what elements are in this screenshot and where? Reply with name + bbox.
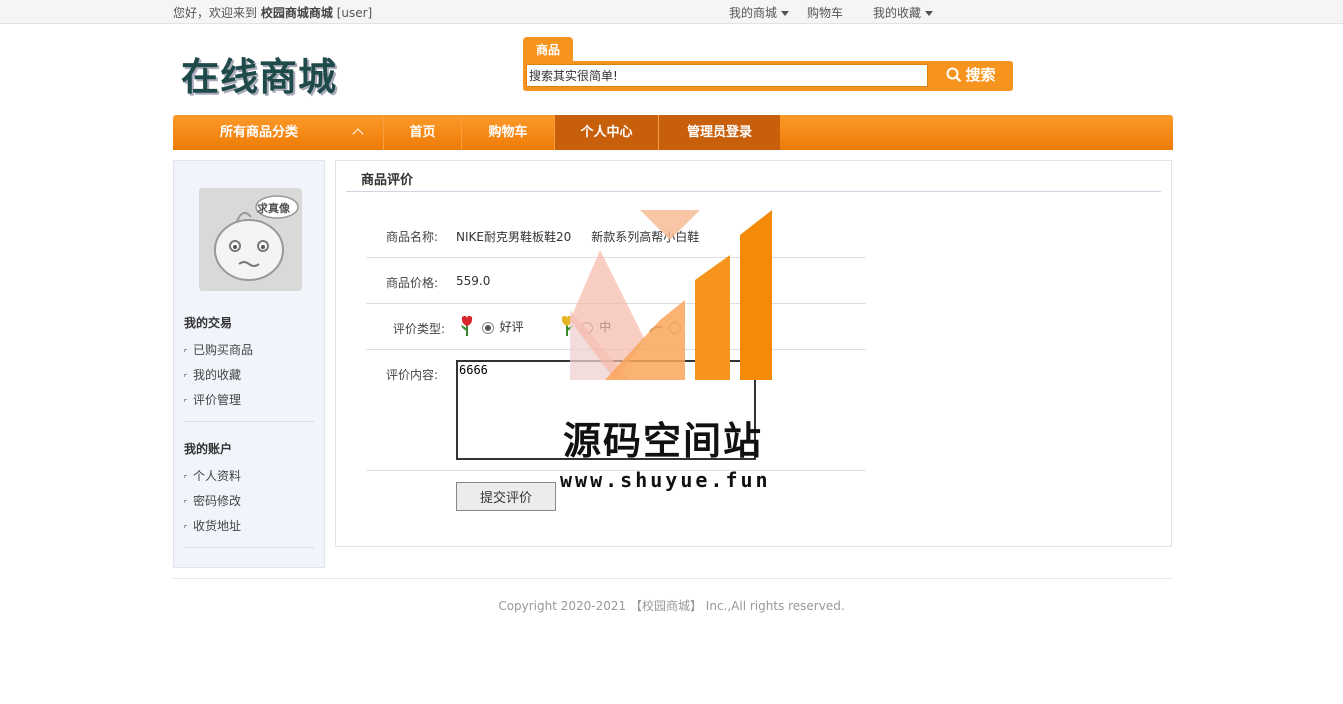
welcome-text: 您好，欢迎来到 校园商城商城 [user] [173, 4, 372, 21]
my-mall-label: 我的商城 [729, 6, 778, 20]
all-categories-label: 所有商品分类 [220, 125, 299, 140]
submit-review-button[interactable]: 提交评价 [456, 482, 556, 511]
sidebar-item-address[interactable]: 收货地址 [184, 517, 241, 534]
user-name: [user] [336, 6, 373, 20]
radio-good-label: 好评 [499, 320, 524, 334]
bullet-icon [184, 374, 187, 377]
sidebar-item-label: 我的收藏 [193, 368, 242, 382]
site-logo[interactable]: 在线商城 [181, 46, 337, 101]
top-bar: 您好，欢迎来到 校园商城商城 [user] 我的商城 购物车 我的收藏 [0, 0, 1343, 24]
red-flower-icon [460, 315, 474, 340]
sidebar-item-label: 评价管理 [193, 393, 242, 407]
sidebar-item-reviews[interactable]: 评价管理 [184, 391, 241, 408]
chevron-down-icon [781, 11, 790, 16]
sidebar-item-purchased[interactable]: 已购买商品 [184, 341, 253, 358]
avatar-tag: 求真像 [257, 202, 290, 215]
nav-home[interactable]: 首页 [383, 115, 461, 150]
nav-admin-login[interactable]: 管理员登录 [658, 115, 780, 150]
product-name-label: 商品名称: [385, 230, 438, 244]
radio-good[interactable] [481, 321, 494, 334]
favorites-link[interactable]: 我的收藏 [873, 4, 934, 21]
search-icon [946, 67, 962, 83]
search-button-label: 搜索 [965, 67, 996, 84]
chevron-down-icon [925, 11, 934, 16]
bullet-icon [184, 525, 187, 528]
nav-user-center[interactable]: 个人中心 [554, 115, 658, 150]
divider [346, 191, 1161, 192]
search-bar: 搜索 [523, 61, 1013, 91]
search-input[interactable] [526, 64, 928, 87]
nav-cart[interactable]: 购物车 [461, 115, 554, 150]
section-my-trades: 我的交易 [184, 316, 233, 330]
avatar: 求真像 [199, 188, 302, 291]
search-tab-goods[interactable]: 商品 [523, 37, 573, 62]
chevron-up-icon [352, 128, 364, 140]
bullet-icon [184, 349, 187, 352]
sidebar-item-favorites[interactable]: 我的收藏 [184, 366, 241, 383]
product-price-label: 商品价格: [385, 276, 438, 290]
review-content-label: 评价内容: [385, 368, 438, 382]
bullet-icon [184, 500, 187, 503]
sidebar-item-label: 个人资料 [193, 469, 242, 483]
bullet-icon [184, 399, 187, 402]
divider [184, 421, 314, 422]
product-price-value: 559.0 [456, 274, 491, 288]
main-nav: 所有商品分类 首页 购物车 个人中心 管理员登录 [173, 115, 1173, 150]
bullet-icon [184, 475, 187, 478]
sidebar-item-password[interactable]: 密码修改 [184, 492, 241, 509]
section-my-account: 我的账户 [184, 442, 233, 456]
sidebar-item-label: 收货地址 [193, 519, 242, 533]
my-mall-link[interactable]: 我的商城 [729, 4, 790, 21]
watermark-title: 源码空间站 [563, 419, 764, 463]
divider [184, 547, 314, 548]
sidebar-item-profile[interactable]: 个人资料 [184, 467, 241, 484]
welcome-prefix: 您好，欢迎来到 [173, 6, 258, 20]
sidebar-item-label: 已购买商品 [193, 343, 254, 357]
all-categories-menu[interactable]: 所有商品分类 [173, 115, 383, 150]
review-type-label: 评价类型: [392, 322, 445, 336]
user-sidebar: 求真像 我的交易 已购买商品 我的收藏 评价管理 我的账户 个人资料 密码修改 … [173, 160, 325, 568]
search-button[interactable]: 搜索 [933, 64, 1009, 88]
footer-copyright: Copyright 2020-2021 【校园商城】 Inc.,All righ… [498, 599, 845, 613]
watermark-url: www.shuyue.fun [560, 468, 771, 492]
sidebar-item-label: 密码修改 [193, 494, 242, 508]
site-name: 校园商城商城 [260, 6, 333, 20]
product-name-head: NIKE耐克男鞋板鞋20 [456, 230, 572, 244]
footer-divider [173, 578, 1173, 579]
favorites-label: 我的收藏 [873, 6, 922, 20]
page-title: 商品评价 [361, 173, 414, 188]
cart-label: 购物车 [807, 6, 844, 20]
cart-link[interactable]: 购物车 [807, 4, 843, 21]
